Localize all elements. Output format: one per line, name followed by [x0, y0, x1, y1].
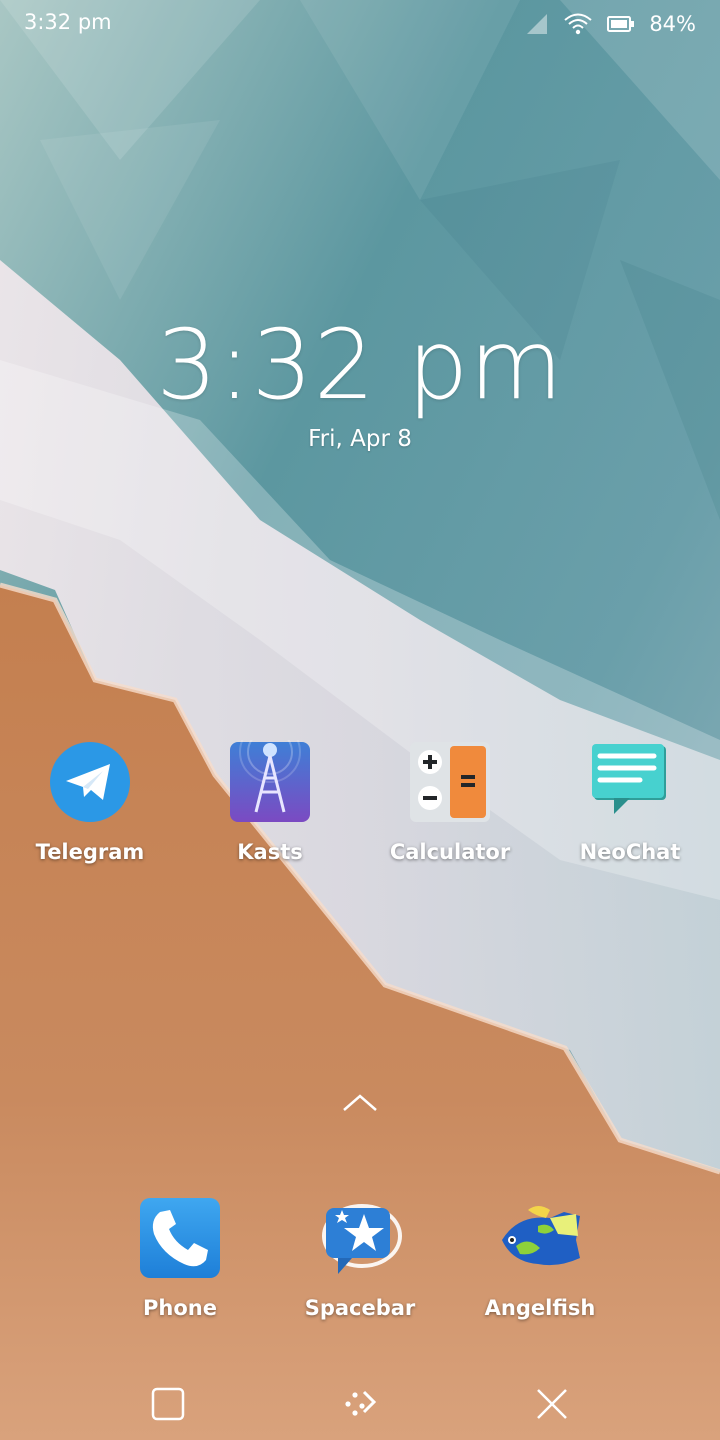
- phone-icon: [140, 1198, 220, 1278]
- close-button[interactable]: [528, 1380, 576, 1428]
- task-switcher-button[interactable]: [144, 1380, 192, 1428]
- home-button[interactable]: [336, 1380, 384, 1428]
- spacebar-icon: [322, 1204, 402, 1274]
- close-icon: [537, 1389, 567, 1419]
- battery-percent: 84%: [649, 12, 696, 36]
- neochat-icon: [592, 744, 666, 814]
- app-label: Phone: [143, 1296, 217, 1320]
- status-indicators: 84%: [525, 8, 696, 40]
- task-switcher-icon: [151, 1387, 185, 1421]
- status-bar: 3:32 pm 84%: [0, 0, 720, 48]
- home-icon: [345, 1390, 377, 1416]
- chevron-up-icon: [343, 1094, 377, 1111]
- wifi-icon: [563, 11, 593, 37]
- app-drawer-handle[interactable]: [340, 1088, 380, 1116]
- app-neochat[interactable]: NeoChat: [540, 740, 720, 864]
- dock-app-spacebar[interactable]: Spacebar: [270, 1196, 450, 1320]
- navigation-bar: [0, 1360, 720, 1440]
- app-calculator[interactable]: Calculator: [360, 740, 540, 864]
- dock-app-phone[interactable]: Phone: [90, 1196, 270, 1320]
- clock-date: Fri, Apr 8: [308, 426, 412, 452]
- app-label: Telegram: [35, 840, 145, 864]
- app-label: Spacebar: [304, 1296, 416, 1320]
- app-label: Kasts: [237, 840, 303, 864]
- app-label: NeoChat: [579, 840, 681, 864]
- clock-widget: 3:32 pm Fri, Apr 8: [0, 310, 720, 452]
- app-kasts[interactable]: Kasts: [180, 740, 360, 864]
- app-label: Calculator: [389, 840, 511, 864]
- angelfish-icon: [502, 1206, 580, 1266]
- clock-time: 3:32 pm: [156, 309, 564, 421]
- kasts-icon: [230, 740, 310, 822]
- app-label: Angelfish: [484, 1296, 596, 1320]
- cellular-signal-icon: [525, 12, 549, 36]
- battery-icon: [607, 14, 635, 34]
- status-time: 3:32 pm: [24, 10, 112, 34]
- dock-app-angelfish[interactable]: Angelfish: [450, 1196, 630, 1320]
- app-telegram[interactable]: Telegram: [0, 740, 180, 864]
- calculator-icon: [410, 742, 490, 822]
- telegram-icon: [50, 742, 130, 822]
